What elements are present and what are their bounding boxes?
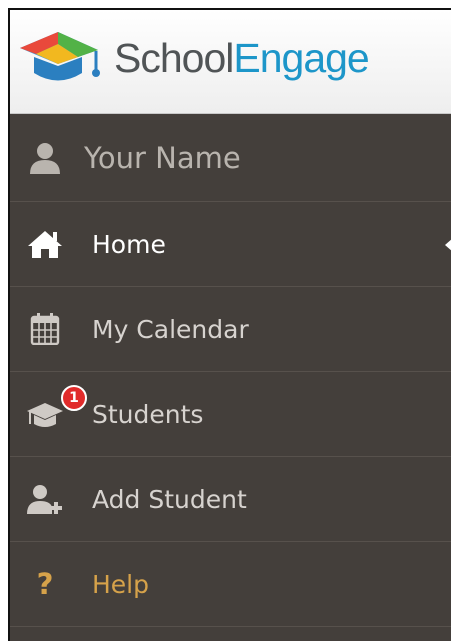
sidebar-item-add-student[interactable]: Add Student	[10, 457, 451, 542]
sidebar-item-home[interactable]: Home	[10, 202, 451, 287]
sidebar-user-name: Your Name	[84, 141, 241, 175]
sidebar-user[interactable]: Your Name	[10, 114, 451, 202]
sidebar-item-label: Students	[92, 400, 204, 429]
notification-badge: 1	[61, 385, 87, 411]
graduation-cap-icon	[27, 403, 63, 427]
sidebar-item-label: My Calendar	[92, 315, 249, 344]
brand-logo-text: SchoolEngage	[114, 35, 370, 81]
sidebar-item-students[interactable]: 1 Students	[10, 372, 451, 457]
app-frame: SchoolEngage Your Name Home My Calendar …	[8, 8, 451, 641]
add-user-icon	[27, 485, 62, 514]
brand-name-part2: Engage	[233, 35, 369, 81]
sidebar-item-label: Add Student	[92, 485, 247, 514]
brand-name-part1: School	[114, 35, 234, 81]
sidebar-nav: Your Name Home My Calendar 1 Students Ad…	[10, 114, 451, 627]
home-icon	[28, 231, 62, 258]
graduation-cap-logo-icon	[20, 32, 100, 81]
question-icon: ?	[36, 567, 54, 601]
calendar-icon	[30, 313, 60, 345]
sidebar-item-label: Home	[92, 230, 166, 259]
brand-header: SchoolEngage	[10, 10, 451, 114]
sidebar-item-label: Help	[92, 570, 149, 599]
user-icon	[30, 143, 60, 174]
active-indicator-caret	[445, 238, 451, 252]
sidebar-item-help[interactable]: ? Help	[10, 542, 451, 627]
sidebar-item-my-calendar[interactable]: My Calendar	[10, 287, 451, 372]
